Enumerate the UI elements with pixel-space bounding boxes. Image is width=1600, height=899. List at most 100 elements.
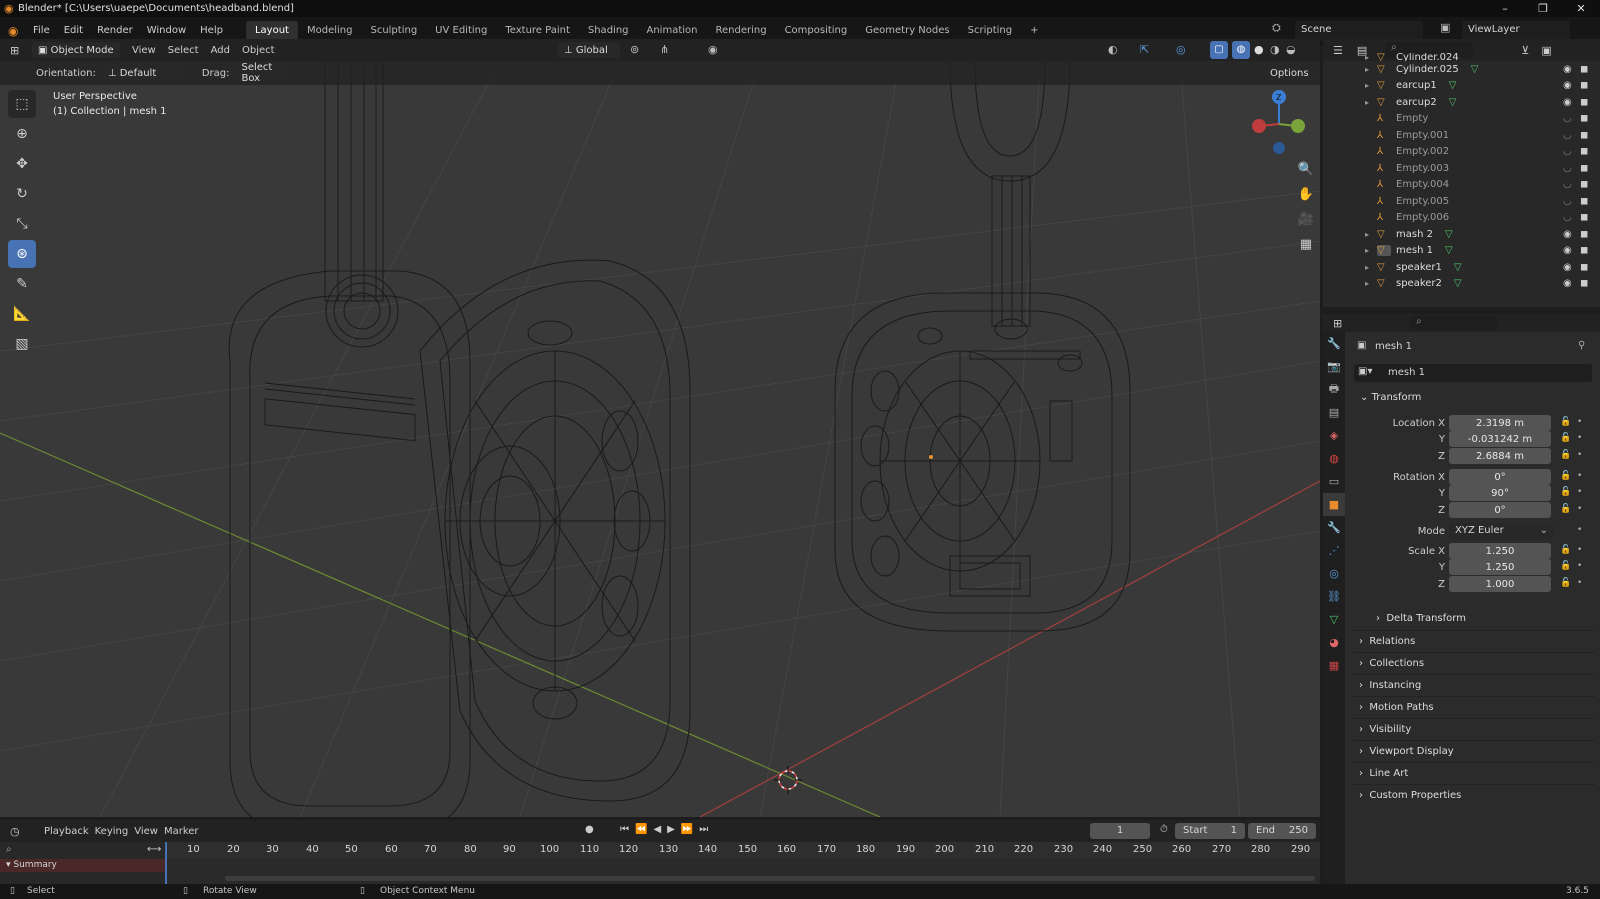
- outliner-row[interactable]: ⅄ Empty ◡ ◼: [1323, 111, 1600, 128]
- solid-shading-icon[interactable]: ●: [1254, 43, 1264, 56]
- keyframe-dot-icon[interactable]: •: [1577, 504, 1582, 514]
- line-art-panel[interactable]: › Line Art: [1353, 762, 1595, 783]
- properties-type-icon[interactable]: ⊞: [1333, 317, 1342, 330]
- tab-layout[interactable]: Layout: [245, 21, 298, 41]
- outliner-row[interactable]: ▸ ▽ earcup1 ▽ ◉ ◼: [1323, 78, 1600, 95]
- camera-icon[interactable]: ◼: [1580, 245, 1588, 256]
- proportional-edit-icon[interactable]: ◉: [708, 43, 718, 56]
- expand-arrow-icon[interactable]: ▸: [1365, 246, 1377, 255]
- relations-panel[interactable]: › Relations: [1353, 630, 1595, 651]
- 3d-viewport[interactable]: [0, 61, 1320, 817]
- rotation-mode-select[interactable]: XYZ Euler ⌄: [1449, 523, 1554, 539]
- texture-tab-icon[interactable]: ▦: [1323, 654, 1345, 677]
- eye-closed-icon[interactable]: ◡: [1563, 113, 1572, 124]
- properties-search-input[interactable]: ⌕: [1410, 316, 1499, 330]
- playback-menu[interactable]: Playback: [44, 826, 89, 837]
- annotate-tool-icon[interactable]: ✎: [8, 270, 36, 298]
- camera-icon[interactable]: ◼: [1580, 163, 1588, 174]
- world-tab-icon[interactable]: ◍: [1323, 447, 1345, 470]
- pan-hand-icon[interactable]: ✋: [1296, 187, 1316, 202]
- lock-icon[interactable]: 🔓: [1560, 417, 1571, 427]
- measure-tool-icon[interactable]: 📐: [8, 300, 36, 328]
- object-tab-icon[interactable]: ■: [1323, 493, 1345, 516]
- scene-selector[interactable]: Scene: [1295, 21, 1423, 41]
- eye-icon[interactable]: ◉: [1563, 245, 1572, 256]
- camera-icon[interactable]: ◼: [1580, 80, 1588, 91]
- rendered-shading-icon[interactable]: ◒: [1286, 43, 1296, 56]
- maximize-button[interactable]: ❐: [1524, 0, 1562, 17]
- camera-icon[interactable]: ◼: [1580, 130, 1588, 141]
- rotation-x-field[interactable]: 0°: [1449, 469, 1551, 485]
- eye-icon[interactable]: ◉: [1563, 278, 1572, 289]
- lock-icon[interactable]: 🔓: [1560, 433, 1571, 443]
- outliner-row[interactable]: ⅄ Empty.004 ◡ ◼: [1323, 177, 1600, 194]
- scale-tool-icon[interactable]: ⤡: [8, 210, 36, 238]
- camera-view-icon[interactable]: 🎥: [1296, 212, 1316, 227]
- outliner-row[interactable]: ▸ ▽ speaker1 ▽ ◉ ◼: [1323, 259, 1600, 276]
- camera-icon[interactable]: ◼: [1580, 278, 1588, 289]
- playback-controls[interactable]: ⏮⏪◀▶⏩⏭: [620, 824, 714, 835]
- tab-animation[interactable]: Animation: [638, 21, 707, 41]
- add-cube-tool-icon[interactable]: ▧: [8, 330, 36, 358]
- tool-tab-icon[interactable]: 🔧: [1323, 332, 1345, 355]
- cursor-tool-icon[interactable]: ⊕: [8, 120, 36, 148]
- wireframe-shading-icon[interactable]: ◍: [1232, 41, 1250, 59]
- record-icon[interactable]: ●: [585, 824, 594, 835]
- rotation-z-field[interactable]: 0°: [1449, 502, 1551, 518]
- camera-icon[interactable]: ◼: [1580, 212, 1588, 223]
- rotate-tool-icon[interactable]: ↻: [8, 180, 36, 208]
- modifier-tab-icon[interactable]: 🔧: [1323, 516, 1345, 539]
- location-x-field[interactable]: 2.3198 m: [1449, 415, 1551, 431]
- custom-properties-panel[interactable]: › Custom Properties: [1353, 784, 1595, 805]
- tab-scripting[interactable]: Scripting: [959, 21, 1021, 41]
- particles-tab-icon[interactable]: ⋰: [1323, 539, 1345, 562]
- transform-panel-header[interactable]: ⌄ Transform: [1360, 392, 1421, 403]
- keyframe-dot-icon[interactable]: •: [1577, 487, 1582, 497]
- summary-channel[interactable]: ▾ Summary: [0, 859, 165, 872]
- playhead[interactable]: [165, 842, 167, 884]
- camera-icon[interactable]: ◼: [1580, 64, 1588, 75]
- menu-view[interactable]: View: [132, 45, 156, 56]
- outliner-row[interactable]: ▸ ▽ speaker2 ▽ ◉ ◼: [1323, 276, 1600, 293]
- end-frame-field[interactable]: End 250: [1248, 823, 1316, 839]
- scene-icon[interactable]: ⛭: [1272, 21, 1290, 41]
- eye-icon[interactable]: ◉: [1563, 64, 1572, 75]
- tab-rendering[interactable]: Rendering: [706, 21, 775, 41]
- menu-object[interactable]: Object: [242, 45, 275, 56]
- expand-arrow-icon[interactable]: ▸: [1365, 279, 1377, 288]
- timeline-scrollbar[interactable]: [225, 876, 1315, 881]
- ortho-grid-icon[interactable]: ▦: [1296, 237, 1316, 252]
- frame-range-icon[interactable]: ⟷: [147, 844, 161, 855]
- camera-icon[interactable]: ◼: [1580, 229, 1588, 240]
- material-shading-icon[interactable]: ◑: [1270, 43, 1280, 56]
- camera-icon[interactable]: ◼: [1580, 146, 1588, 157]
- scene-tab-icon[interactable]: ◈: [1323, 424, 1345, 447]
- overlay-toggle-icon[interactable]: ◎: [1176, 43, 1186, 56]
- timeline-type-icon[interactable]: ◷: [10, 825, 34, 838]
- camera-icon[interactable]: ◼: [1580, 113, 1588, 124]
- lock-icon[interactable]: 🔓: [1560, 504, 1571, 514]
- tab-sculpting[interactable]: Sculpting: [361, 21, 426, 41]
- eye-closed-icon[interactable]: ◡: [1563, 179, 1572, 190]
- minimize-button[interactable]: –: [1486, 0, 1524, 17]
- xray-toggle-icon[interactable]: ▢: [1210, 41, 1228, 59]
- lock-icon[interactable]: 🔓: [1560, 545, 1571, 555]
- view-layer-selector[interactable]: ViewLayer: [1462, 21, 1570, 41]
- eye-closed-icon[interactable]: ◡: [1563, 146, 1572, 157]
- camera-icon[interactable]: ◼: [1580, 179, 1588, 190]
- transform-tool-icon[interactable]: ⊛: [8, 240, 36, 268]
- camera-icon[interactable]: ◼: [1580, 97, 1588, 108]
- lock-icon[interactable]: 🔓: [1560, 471, 1571, 481]
- outliner-row[interactable]: ⅄ Empty.006 ◡ ◼: [1323, 210, 1600, 227]
- eye-closed-icon[interactable]: ◡: [1563, 130, 1572, 141]
- transform-orientation-selector[interactable]: ⊥ Global: [558, 42, 620, 58]
- keyframe-dot-icon[interactable]: •: [1577, 545, 1582, 555]
- start-frame-field[interactable]: Start 1: [1175, 823, 1245, 839]
- lock-icon[interactable]: 🔓: [1560, 561, 1571, 571]
- keyframe-dot-icon[interactable]: •: [1577, 578, 1582, 588]
- outliner-row[interactable]: ▸ ▽ Cylinder.024: [1323, 53, 1600, 61]
- blender-menu-icon[interactable]: ◉: [8, 24, 26, 38]
- lock-icon[interactable]: 🔓: [1560, 578, 1571, 588]
- constraints-tab-icon[interactable]: ⛓: [1323, 585, 1345, 608]
- scale-y-field[interactable]: 1.250: [1449, 559, 1551, 575]
